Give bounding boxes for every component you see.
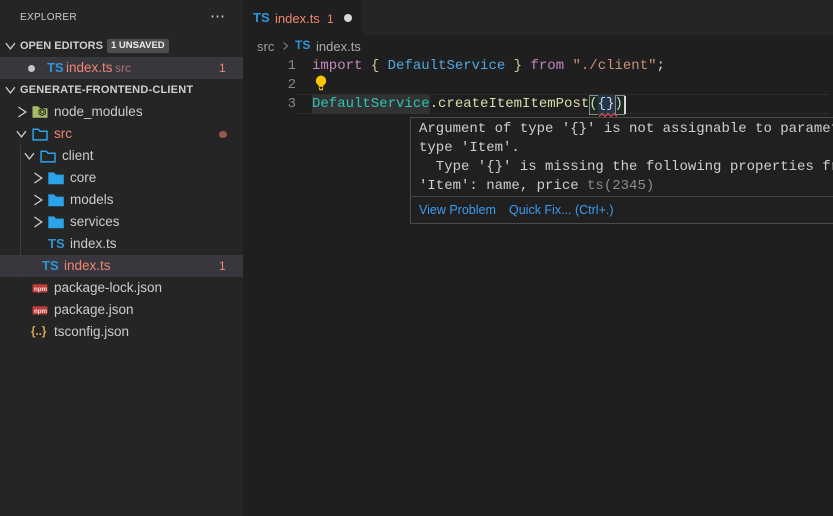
svg-text:npm: npm [34,308,48,315]
svg-text:npm: npm [34,286,48,293]
